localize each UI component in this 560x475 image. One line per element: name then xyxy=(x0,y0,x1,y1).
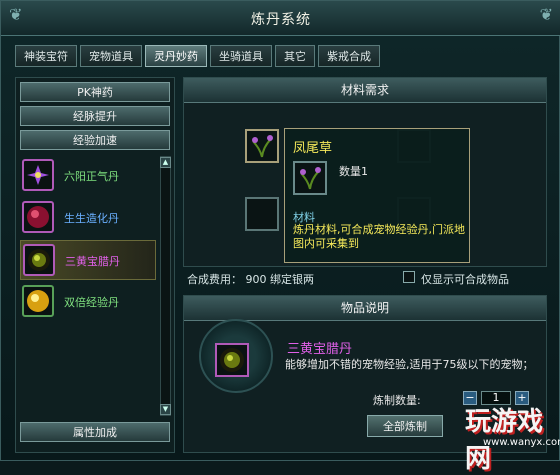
recipe-label: 生生造化丹 xyxy=(64,212,119,225)
sidebar-scrollbar[interactable]: ▲ ▼ xyxy=(160,156,171,416)
corner-ornament-icon: ❦ xyxy=(539,5,553,24)
recipe-label: 双倍经验丹 xyxy=(64,296,119,309)
tab-elixirs[interactable]: 灵丹妙药 xyxy=(145,45,207,67)
materials-heading: 材料需求 xyxy=(184,78,546,103)
tooltip-description: 炼丹材料,可合成宠物经验丹,门派地图内可采集到 xyxy=(293,223,465,250)
herb-icon xyxy=(293,161,327,195)
recipe-item[interactable]: 六阳正气丹 xyxy=(20,156,156,196)
material-slot-empty[interactable] xyxy=(245,197,279,231)
category-exp-boost[interactable]: 经验加速 xyxy=(20,130,170,150)
material-slot[interactable] xyxy=(245,129,279,163)
red-orb-icon xyxy=(22,201,54,233)
category-pk-potions[interactable]: PK神药 xyxy=(20,82,170,102)
recipe-item[interactable]: 生生造化丹 xyxy=(20,198,156,238)
recipe-item[interactable]: 双倍经验丹 xyxy=(20,282,156,322)
product-icon xyxy=(215,343,249,377)
category-attributes[interactable]: 属性加成 xyxy=(20,422,170,442)
green-orb-icon xyxy=(23,244,55,276)
craftable-only-label[interactable]: 仅显示可合成物品 xyxy=(421,271,509,287)
product-description: 能够增加不错的宠物经验,适用于75级以下的宠物； xyxy=(285,358,534,371)
scroll-up-icon[interactable]: ▲ xyxy=(160,157,171,168)
tab-bar: 神装宝符 宠物道具 灵丹妙药 坐骑道具 其它 紫戒合成 xyxy=(15,45,380,67)
recipe-label: 六阳正气丹 xyxy=(64,170,119,183)
recipe-label: 三黄宝腊丹 xyxy=(65,255,120,268)
tab-purple-ring[interactable]: 紫戒合成 xyxy=(318,45,380,67)
watermark-url: www.wanyx.com xyxy=(483,437,560,448)
item-tooltip: 凤尾草 数量1 材料 炼丹材料,可合成宠物经验丹,门派地图内可采集到 xyxy=(284,128,470,263)
tooltip-item-name: 凤尾草 xyxy=(293,141,333,156)
tab-other[interactable]: 其它 xyxy=(275,45,315,67)
scroll-down-icon[interactable]: ▼ xyxy=(160,404,171,415)
crafting-cost: 合成费用： 900 绑定银两 xyxy=(187,273,314,286)
quantity-label: 炼制数量: xyxy=(373,394,421,407)
tab-mount-items[interactable]: 坐骑道具 xyxy=(210,45,272,67)
purple-flower-icon xyxy=(22,159,54,191)
window-title: 炼丹系统 xyxy=(251,12,311,28)
gold-orb-icon xyxy=(22,285,54,317)
recipe-item-selected[interactable]: 三黄宝腊丹 xyxy=(20,240,156,280)
category-meridian[interactable]: 经脉提升 xyxy=(20,106,170,126)
craft-all-button[interactable]: 全部炼制 xyxy=(367,415,443,437)
site-watermark: 玩游戏网 www.wanyx.com xyxy=(455,399,560,474)
craftable-only-checkbox[interactable] xyxy=(403,271,415,283)
product-name: 三黄宝腊丹 xyxy=(287,342,353,357)
product-heading: 物品说明 xyxy=(184,296,546,321)
tooltip-quantity: 数量1 xyxy=(339,165,368,178)
title-bar[interactable]: ❦ 炼丹系统 ❦ xyxy=(1,1,560,36)
alchemy-window: ❦ 炼丹系统 ❦ 神装宝符 宠物道具 灵丹妙药 坐骑道具 其它 紫戒合成 PK神… xyxy=(0,0,560,474)
recipe-sidebar: PK神药 经脉提升 经验加速 六阳正气丹 生生造化丹 三黄宝腊丹 双倍经验丹 ▲… xyxy=(15,77,175,453)
tab-pet-items[interactable]: 宠物道具 xyxy=(80,45,142,67)
tab-divine-gear[interactable]: 神装宝符 xyxy=(15,45,77,67)
